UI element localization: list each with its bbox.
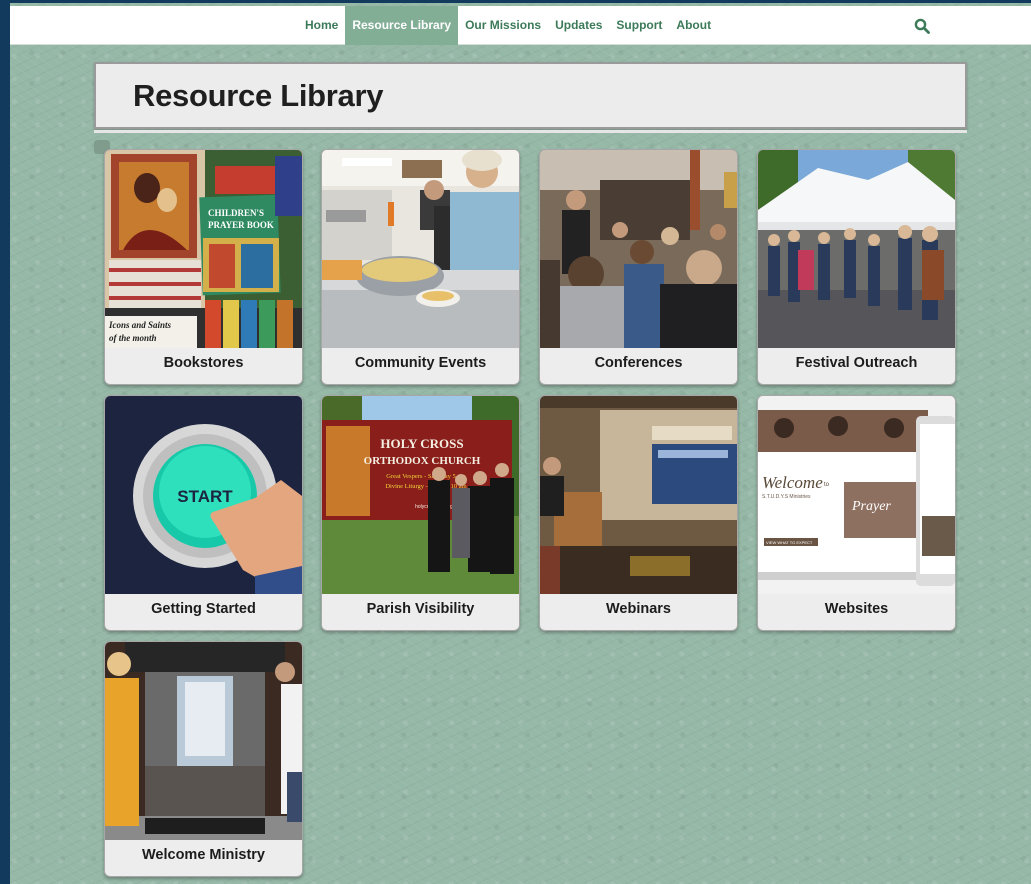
- welcome-ministry-image: [105, 642, 302, 840]
- sign-line-1: Icons and Saints: [108, 320, 172, 330]
- card-label: Parish Visibility: [366, 601, 475, 617]
- card-label: Conferences: [594, 355, 683, 371]
- church-sign-line-3: Great Vespers - Saturday 5 pm: [386, 473, 466, 480]
- websites-image: Welcome to S.T.U.D.Y.S Ministries Prayer…: [758, 396, 955, 594]
- search-icon[interactable]: [914, 18, 930, 34]
- festival-outreach-image: [758, 150, 955, 348]
- top-navigation-bar: Home Resource Library Our Missions Updat…: [10, 6, 1031, 45]
- page-title: Resource Library: [133, 78, 384, 113]
- card-label: Websites: [824, 601, 889, 617]
- community-events-image: [322, 150, 519, 348]
- book-title-line-2: PRAYER BOOK: [208, 220, 274, 230]
- card-label: Getting Started: [151, 601, 256, 617]
- sign-line-2: of the month: [109, 333, 157, 343]
- card-getting-started[interactable]: START Getting Started: [104, 395, 303, 631]
- website-ministry-name: S.T.U.D.Y.S Ministries: [762, 494, 811, 500]
- nav-item-about[interactable]: About: [669, 6, 718, 45]
- title-divider: [94, 130, 967, 133]
- parish-visibility-image: HOLY CROSS ORTHODOX CHURCH Great Vespers…: [322, 396, 519, 594]
- conferences-image: [540, 150, 737, 348]
- card-conferences[interactable]: Conferences: [539, 149, 738, 385]
- card-label: Festival Outreach: [795, 355, 918, 371]
- page-title-box: Resource Library: [94, 62, 967, 129]
- start-button-text: START: [177, 487, 233, 506]
- website-welcome-to: to: [824, 482, 830, 488]
- nav-item-support[interactable]: Support: [609, 6, 669, 45]
- church-sign-line-2: ORTHODOX CHURCH: [364, 455, 481, 467]
- nav-menu: Home Resource Library Our Missions Updat…: [298, 6, 718, 45]
- webinars-image: [540, 396, 737, 594]
- nav-item-our-missions[interactable]: Our Missions: [458, 6, 548, 45]
- card-festival-outreach[interactable]: Festival Outreach: [757, 149, 956, 385]
- page-background: Home Resource Library Our Missions Updat…: [10, 3, 1031, 884]
- card-welcome-ministry[interactable]: Welcome Ministry: [104, 641, 303, 877]
- website-prayer-heading: Prayer: [851, 499, 891, 514]
- church-sign-line-1: HOLY CROSS: [380, 436, 463, 451]
- card-bookstores[interactable]: CHILDREN'S PRAYER BOOK Icons and Saints …: [104, 149, 303, 385]
- getting-started-image: START: [105, 396, 302, 594]
- website-welcome-word: Welcome: [762, 473, 823, 492]
- nav-item-home[interactable]: Home: [298, 6, 345, 45]
- card-webinars[interactable]: Webinars: [539, 395, 738, 631]
- book-title-line-1: CHILDREN'S: [208, 208, 264, 218]
- card-label: Bookstores: [163, 355, 244, 371]
- website-cta: VIEW WHAT TO EXPECT: [766, 540, 813, 545]
- card-parish-visibility[interactable]: HOLY CROSS ORTHODOX CHURCH Great Vespers…: [321, 395, 520, 631]
- bookstores-image: CHILDREN'S PRAYER BOOK Icons and Saints …: [105, 150, 302, 348]
- card-label: Webinars: [605, 601, 671, 617]
- card-label: Welcome Ministry: [141, 847, 266, 863]
- card-community-events[interactable]: Community Events: [321, 149, 520, 385]
- card-label: Community Events: [354, 355, 487, 371]
- card-websites[interactable]: Welcome to S.T.U.D.Y.S Ministries Prayer…: [757, 395, 956, 631]
- nav-item-updates[interactable]: Updates: [548, 6, 609, 45]
- nav-item-resource-library[interactable]: Resource Library: [345, 6, 459, 45]
